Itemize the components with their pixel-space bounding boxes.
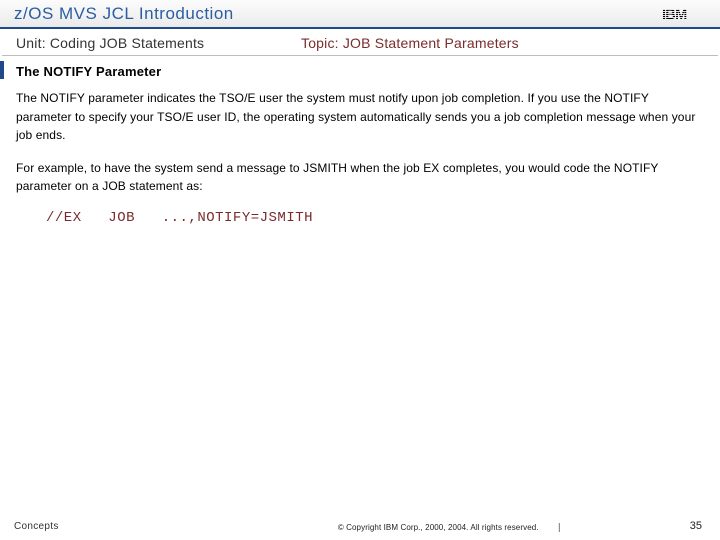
footer: Concepts © Copyright IBM Corp., 2000, 20… <box>0 520 720 540</box>
svg-text:IBM: IBM <box>662 7 687 22</box>
paragraph-2: For example, to have the system send a m… <box>16 159 704 196</box>
footer-copyright: © Copyright IBM Corp., 2000, 2004. All r… <box>338 523 560 532</box>
code-example: //EX JOB ...,NOTIFY=JSMITH <box>46 210 704 226</box>
slide: z/OS MVS JCL Introduction IBM Unit: Codi… <box>0 0 720 540</box>
slide-title: z/OS MVS JCL Introduction <box>14 4 234 24</box>
ibm-logo-icon: IBM <box>662 6 704 22</box>
topic-label: Topic: JOB Statement Parameters <box>301 35 519 51</box>
paragraph-1: The NOTIFY parameter indicates the TSO/E… <box>16 89 704 145</box>
title-bar: z/OS MVS JCL Introduction IBM <box>0 0 720 29</box>
subheader: Unit: Coding JOB Statements Topic: JOB S… <box>2 29 718 56</box>
section-indicator <box>0 61 4 79</box>
unit-label: Unit: Coding JOB Statements <box>16 35 301 51</box>
ibm-logo: IBM <box>660 6 706 22</box>
footer-category: Concepts <box>14 521 59 532</box>
page-number: 35 <box>690 520 702 532</box>
section-heading: The NOTIFY Parameter <box>16 64 704 79</box>
content-area: The NOTIFY Parameter The NOTIFY paramete… <box>0 56 720 520</box>
